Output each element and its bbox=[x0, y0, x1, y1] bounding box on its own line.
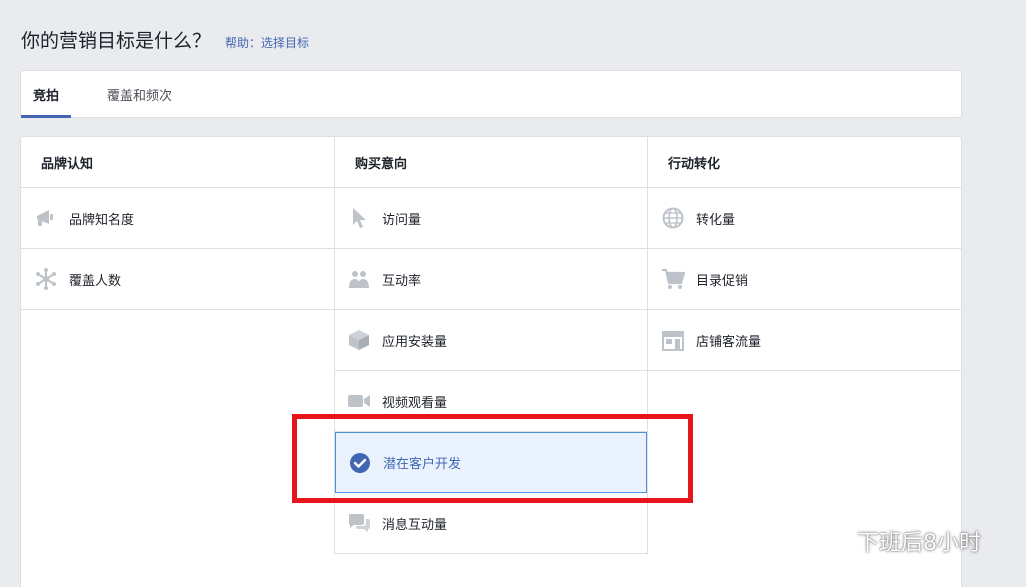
objective-label: 店铺客流量 bbox=[696, 334, 762, 350]
objective-catalog-sales[interactable]: 目录促销 bbox=[648, 249, 962, 310]
wechat-icon bbox=[814, 527, 849, 556]
tab-label: 竞拍 bbox=[33, 88, 60, 104]
objective-messages[interactable]: 消息互动量 bbox=[335, 493, 647, 554]
objective-label: 目录促销 bbox=[696, 273, 749, 289]
objective-store-traffic[interactable]: 店铺客流量 bbox=[648, 310, 962, 371]
megaphone-icon bbox=[34, 206, 58, 230]
tab-auction[interactable]: 竞拍 bbox=[21, 71, 72, 118]
objective-label: 互动率 bbox=[382, 273, 422, 289]
tab-label: 覆盖和频次 bbox=[107, 88, 173, 104]
tab-reach-and-frequency[interactable]: 覆盖和频次 bbox=[95, 71, 184, 117]
page-title: 你的营销目标是什么？ bbox=[21, 30, 212, 52]
objective-label: 潜在客户开发 bbox=[383, 457, 462, 472]
chat-bubbles-icon bbox=[347, 511, 371, 535]
storefront-icon bbox=[661, 328, 685, 352]
reach-network-icon bbox=[34, 267, 58, 291]
column-header: 行动转化 bbox=[648, 137, 962, 188]
page-header: 你的营销目标是什么？ 帮助：选择目标 bbox=[21, 26, 309, 53]
objective-label: 覆盖人数 bbox=[69, 273, 122, 289]
objective-engagement[interactable]: 互动率 bbox=[335, 249, 647, 310]
watermark-text: 下班后8小时 bbox=[857, 531, 981, 556]
column-consideration: 购买意向 访问量 互动率 应用安装量 视频观看量 潜在客户开发 消息互动量 bbox=[334, 137, 648, 554]
help-link[interactable]: 帮助：选择目标 bbox=[225, 34, 309, 51]
column-awareness: 品牌认知 品牌知名度 覆盖人数 bbox=[21, 137, 334, 310]
cursor-icon bbox=[347, 206, 371, 230]
objective-label: 访问量 bbox=[382, 212, 422, 228]
objective-reach[interactable]: 覆盖人数 bbox=[21, 249, 334, 310]
objective-label: 视频观看量 bbox=[382, 395, 448, 411]
shopping-cart-icon bbox=[661, 267, 685, 291]
box-icon bbox=[347, 328, 371, 352]
column-header: 购买意向 bbox=[335, 137, 647, 188]
objective-grid: 品牌认知 品牌知名度 覆盖人数 购买意向 访问量 互动率 应用安装量 视频观看量… bbox=[20, 136, 962, 587]
objective-label: 消息互动量 bbox=[382, 517, 448, 533]
objective-app-installs[interactable]: 应用安装量 bbox=[335, 310, 647, 371]
objective-label: 应用安装量 bbox=[382, 334, 448, 350]
objective-traffic[interactable]: 访问量 bbox=[335, 188, 647, 249]
video-camera-icon bbox=[347, 389, 371, 413]
column-header: 品牌认知 bbox=[21, 137, 334, 188]
objective-brand-awareness[interactable]: 品牌知名度 bbox=[21, 188, 334, 249]
watermark: 下班后8小时 bbox=[813, 525, 981, 557]
objective-label: 转化量 bbox=[696, 212, 736, 228]
globe-icon bbox=[661, 206, 685, 230]
column-conversion: 行动转化 转化量 目录促销 店铺客流量 bbox=[648, 137, 962, 371]
objective-video-views[interactable]: 视频观看量 bbox=[335, 371, 647, 432]
objective-conversions[interactable]: 转化量 bbox=[648, 188, 962, 249]
buying-type-tabs: 竞拍 覆盖和频次 bbox=[20, 70, 962, 118]
people-icon bbox=[347, 267, 371, 291]
objective-label: 品牌知名度 bbox=[69, 212, 135, 228]
check-circle-icon bbox=[348, 451, 372, 475]
objective-lead-generation[interactable]: 潜在客户开发 bbox=[335, 432, 647, 493]
